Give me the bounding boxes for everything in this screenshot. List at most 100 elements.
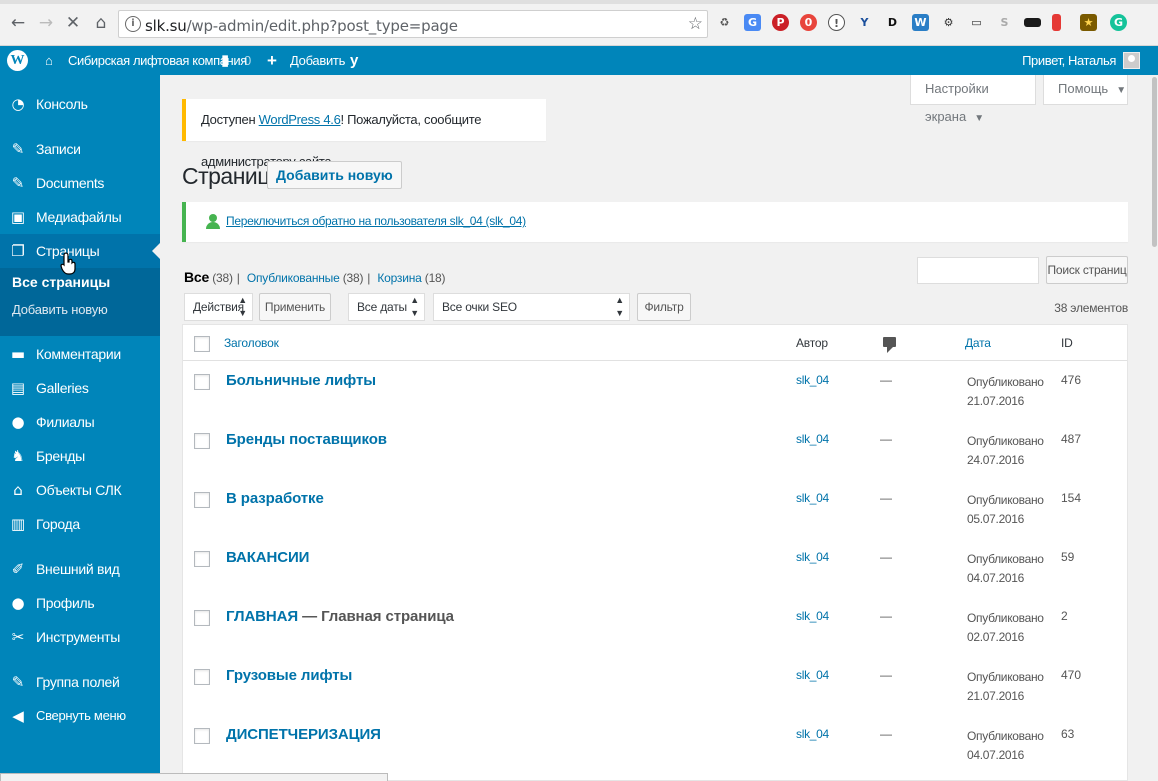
row-title[interactable]: ВАКАНСИИ <box>226 549 309 566</box>
page-title-link[interactable]: Грузовые лифты <box>226 667 352 684</box>
arrow-right-icon[interactable]: → <box>36 13 56 33</box>
stop-ext-icon[interactable]: 0 <box>800 14 817 31</box>
sidebar-item-tools[interactable]: ✂ Инструменты <box>0 620 160 654</box>
page-title-link[interactable]: ГЛАВНАЯ — Главная страница <box>226 608 454 625</box>
filter-button[interactable]: Фильтр <box>637 293 691 321</box>
bookmark-star-icon[interactable]: ☆ <box>688 14 703 34</box>
author-link[interactable]: slk_04 <box>796 373 829 387</box>
wordpress-update-link[interactable]: WordPress 4.6 <box>259 112 341 127</box>
row-checkbox[interactable] <box>194 669 210 685</box>
screen-options-button[interactable]: Настройки экрана ▼ <box>910 75 1036 124</box>
row-title[interactable]: ГЛАВНАЯ <box>226 608 298 625</box>
translate-icon[interactable]: G <box>744 14 761 31</box>
sidebar-item-pages[interactable]: ❐ Страницы <box>0 234 160 268</box>
wordpress-logo-icon[interactable]: W <box>7 50 28 71</box>
recycle-icon[interactable]: ♻ <box>716 14 733 31</box>
column-title-header[interactable]: Заголовок <box>224 336 279 350</box>
sidebar-item-collapse[interactable]: ◀ Свернуть меню <box>0 699 160 733</box>
seo-filter-select[interactable]: Все очки SEO ▲ ▼ <box>433 293 630 321</box>
search-pages-button[interactable]: Поиск страниц <box>1046 256 1128 284</box>
filter-published[interactable]: Опубликованные <box>247 271 340 285</box>
w-icon[interactable]: W <box>912 14 929 31</box>
sidebar-item-objects[interactable]: ⌂ Объекты СЛК <box>0 473 160 507</box>
row-checkbox[interactable] <box>194 492 210 508</box>
row-title[interactable]: В разработке <box>226 490 324 507</box>
address-bar[interactable]: i slk.su/wp-admin/edit.php?post_type=pag… <box>118 10 708 38</box>
arrow-left-icon[interactable]: ← <box>8 13 28 33</box>
row-checkbox[interactable] <box>194 433 210 449</box>
add-new-page-button[interactable]: Добавить новую <box>267 161 402 189</box>
page-scrollbar[interactable] <box>1151 75 1158 781</box>
filter-trash[interactable]: Корзина <box>377 271 422 285</box>
grammarly-icon[interactable]: G <box>1110 14 1127 31</box>
shield-icon[interactable]: ★ <box>1080 14 1097 31</box>
avatar[interactable] <box>1123 52 1140 69</box>
page-title-link[interactable]: ДИСПЕТЧЕРИЗАЦИЯ <box>226 726 381 743</box>
row-title[interactable]: Бренды поставщиков <box>226 431 387 448</box>
home-icon: ⌂ <box>13 481 23 499</box>
sidebar-item-posts[interactable]: ✎ Записи <box>0 132 160 166</box>
yandex-icon[interactable]: Y <box>856 14 873 31</box>
row-title[interactable]: ДИСПЕТЧЕРИЗАЦИЯ <box>226 726 381 743</box>
date-filter-select[interactable]: Все даты ▲ ▼ <box>348 293 425 321</box>
yoast-icon[interactable]: y <box>350 46 358 75</box>
sidebar-item-comments[interactable]: ▬ Комментарии <box>0 337 160 371</box>
submenu-add-new[interactable]: Добавить новую <box>12 302 108 317</box>
author-link[interactable]: slk_04 <box>796 668 829 682</box>
sidebar-item-documents[interactable]: ✎ Documents <box>0 166 160 200</box>
exclamation-icon[interactable]: ! <box>828 14 845 31</box>
flag-icon[interactable] <box>1024 18 1041 27</box>
page-title-link[interactable]: Бренды поставщиков <box>226 431 387 448</box>
sidebar-item-field-groups[interactable]: ✎ Группа полей <box>0 665 160 699</box>
sidebar-item-dashboard[interactable]: ◔ Консоль <box>0 87 160 121</box>
help-button[interactable]: Помощь ▼ <box>1043 75 1128 105</box>
search-input[interactable] <box>917 257 1039 284</box>
sidebar-item-profile[interactable]: ● Профиль <box>0 586 160 620</box>
pinterest-icon[interactable]: P <box>772 14 789 31</box>
greeting-link[interactable]: Привет, Наталья <box>1022 46 1116 75</box>
sidebar-item-galleries[interactable]: ▤ Galleries <box>0 371 160 405</box>
sidebar-item-media[interactable]: ▣ Медиафайлы <box>0 200 160 234</box>
bulk-action-select[interactable]: Действия ▲ ▼ <box>184 293 253 321</box>
author-link[interactable]: slk_04 <box>796 727 829 741</box>
sidebar-item-brands[interactable]: ♞ Бренды <box>0 439 160 473</box>
sidebar-item-cities[interactable]: ▥ Города <box>0 507 160 541</box>
skype-icon[interactable]: S <box>996 14 1013 31</box>
site-home-icon[interactable]: ⌂ <box>45 46 53 75</box>
screen-icon[interactable]: ▭ <box>968 14 985 31</box>
plus-icon[interactable]: + <box>267 46 277 75</box>
bookmark-icon[interactable] <box>1052 14 1061 31</box>
sidebar-item-appearance[interactable]: ✐ Внешний вид <box>0 552 160 586</box>
add-new-link[interactable]: Добавить <box>290 46 345 75</box>
filter-all[interactable]: Все <box>184 269 209 285</box>
switch-back-link[interactable]: Переключиться обратно на пользователя sl… <box>226 214 526 228</box>
page-title-link[interactable]: Больничные лифты <box>226 372 376 389</box>
apply-button[interactable]: Применить <box>259 293 331 321</box>
comments-column-icon[interactable] <box>883 337 896 353</box>
submenu-all-pages[interactable]: Все страницы <box>12 274 110 290</box>
close-icon[interactable]: ✕ <box>63 13 83 33</box>
author-link[interactable]: slk_04 <box>796 609 829 623</box>
gear-icon[interactable]: ⚙ <box>940 14 957 31</box>
author-link[interactable]: slk_04 <box>796 432 829 446</box>
page-title-link[interactable]: В разработке <box>226 490 324 507</box>
scrollbar-thumb[interactable] <box>1152 77 1157 247</box>
home-icon[interactable]: ⌂ <box>91 13 111 33</box>
page-title-link[interactable]: ВАКАНСИИ <box>226 549 309 566</box>
author-link[interactable]: slk_04 <box>796 550 829 564</box>
sidebar-item-branches[interactable]: ● Филиалы <box>0 405 160 439</box>
row-title[interactable]: Грузовые лифты <box>226 667 352 684</box>
bulk-action-value: Действия <box>193 300 244 314</box>
author-link[interactable]: slk_04 <box>796 491 829 505</box>
row-checkbox[interactable] <box>194 551 210 567</box>
comment-icon[interactable]: ▮ <box>221 46 229 75</box>
row-checkbox[interactable] <box>194 728 210 744</box>
column-date-header[interactable]: Дата <box>965 336 991 350</box>
select-all-checkbox[interactable] <box>194 336 210 352</box>
d-icon[interactable]: D <box>884 14 901 31</box>
info-icon[interactable]: i <box>125 16 141 32</box>
comments-count[interactable]: 0 <box>244 46 251 75</box>
row-checkbox[interactable] <box>194 374 210 390</box>
row-checkbox[interactable] <box>194 610 210 626</box>
row-title[interactable]: Больничные лифты <box>226 372 376 389</box>
